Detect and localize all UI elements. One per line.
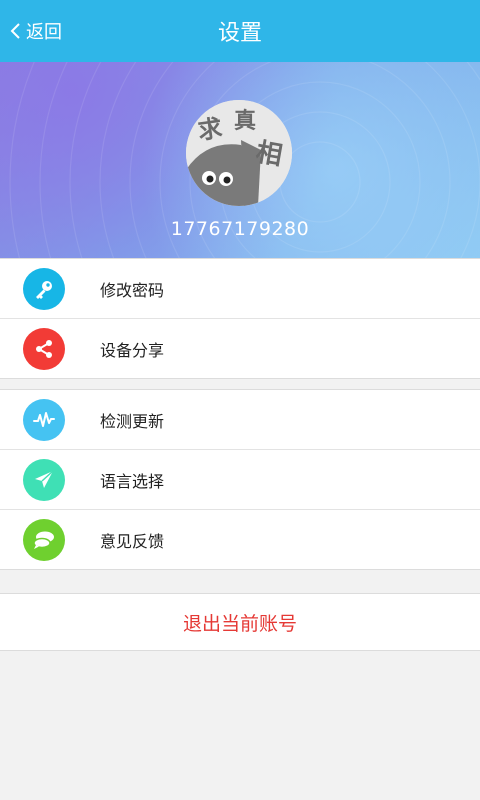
top-bar: 返回 设置 [0,0,480,62]
svg-text:相: 相 [254,138,285,172]
chat-bubbles-icon [23,519,65,561]
avatar-logo: 求 真 相 [186,100,292,206]
back-label: 返回 [26,22,62,43]
page-title: 设置 [217,21,262,46]
paper-plane-icon [23,459,65,501]
chevron-left-icon [10,23,20,39]
avatar[interactable]: 求 真 相 [186,100,292,206]
key-icon [23,268,65,310]
pulse-icon [23,399,65,441]
settings-group-general: 检测更新 语言选择 意见反馈 [0,389,480,570]
check-update-label: 检测更新 [100,411,165,431]
device-share-item[interactable]: 设备分享 [0,318,480,378]
logout-button[interactable]: 退出当前账号 [0,593,480,651]
profile-header: 求 真 相 17767179280 [0,62,480,258]
language-select-label: 语言选择 [100,471,165,491]
svg-text:求: 求 [196,114,224,145]
back-button[interactable]: 返回 [8,17,62,45]
language-select-item[interactable]: 语言选择 [0,449,480,509]
device-share-label: 设备分享 [100,340,165,360]
svg-text:真: 真 [234,108,256,134]
share-icon [23,328,65,370]
settings-group-account: 修改密码 设备分享 [0,258,480,379]
phone-number: 17767179280 [170,218,310,240]
change-password-label: 修改密码 [100,280,165,300]
change-password-item[interactable]: 修改密码 [0,259,480,318]
feedback-label: 意见反馈 [100,531,165,551]
check-update-item[interactable]: 检测更新 [0,390,480,449]
feedback-item[interactable]: 意见反馈 [0,509,480,569]
